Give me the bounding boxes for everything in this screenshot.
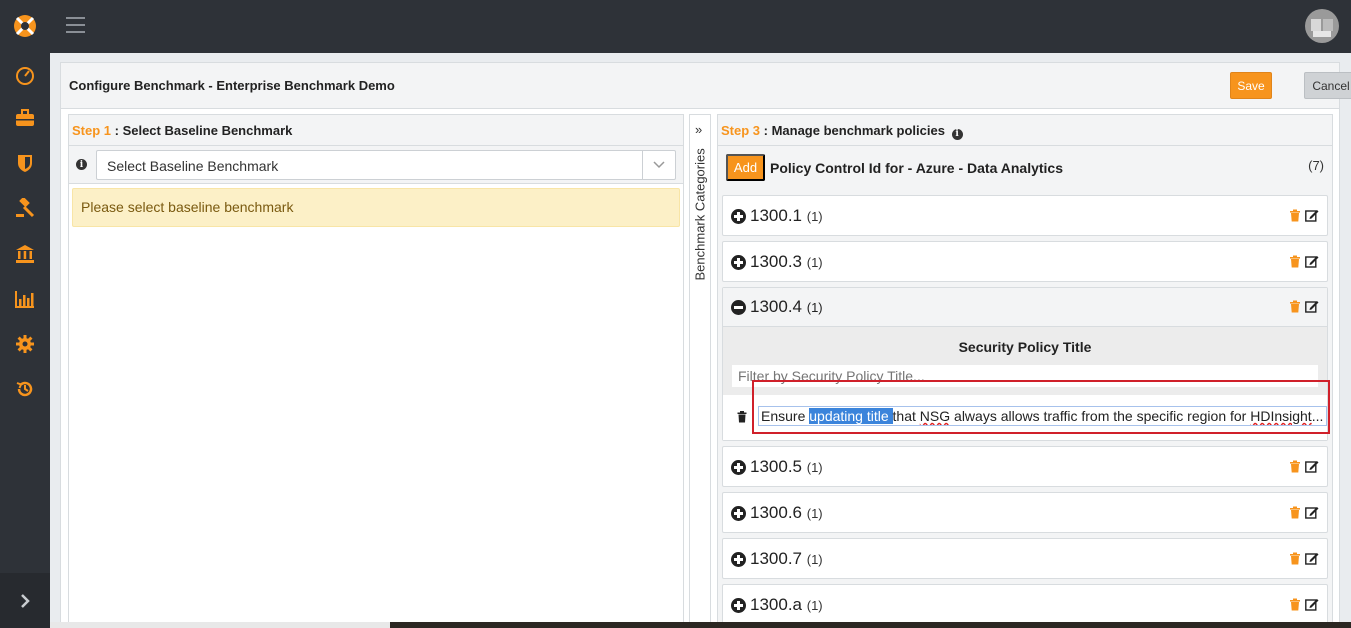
policy-id: 1300.6 (1)	[750, 503, 823, 522]
trash-icon[interactable]	[1289, 209, 1301, 225]
plus-circle-icon[interactable]	[731, 552, 746, 567]
benchmark-categories-toggle[interactable]: » Benchmark Categories	[689, 114, 711, 628]
baseline-select-row: i Select Baseline Benchmark	[69, 146, 683, 184]
trash-icon[interactable]	[1289, 552, 1301, 568]
step1-label: Step 1	[72, 123, 112, 138]
bar-chart-icon[interactable]	[13, 288, 37, 310]
edit-icon[interactable]	[1305, 255, 1319, 271]
cancel-button[interactable]: Cancel	[1304, 72, 1351, 99]
trash-icon[interactable]	[737, 411, 747, 426]
edit-icon[interactable]	[1305, 506, 1319, 522]
policy-header: Add Policy Control Id for - Azure - Data…	[718, 146, 1332, 192]
step1-title: : Select Baseline Benchmark	[111, 123, 293, 138]
policy-id: 1300.7 (1)	[750, 549, 823, 568]
step3-title: : Manage benchmark policies	[760, 123, 945, 138]
policy-item-1300-4-header[interactable]: 1300.4 (1)	[723, 288, 1327, 327]
page-header: Configure Benchmark - Enterprise Benchma…	[61, 63, 1351, 109]
policy-item-1300-7[interactable]: 1300.7 (1)	[722, 538, 1328, 579]
minus-circle-icon[interactable]	[731, 300, 746, 315]
avatar[interactable]	[1305, 9, 1339, 43]
step1-header: Step 1 : Select Baseline Benchmark	[69, 115, 683, 146]
highlight-annotation-box	[752, 380, 1330, 434]
chevron-right-icon	[21, 593, 30, 608]
edit-icon[interactable]	[1305, 300, 1319, 316]
bottom-strip	[50, 622, 1351, 628]
trash-icon[interactable]	[1289, 300, 1301, 316]
double-chevron-right-icon[interactable]: »	[695, 122, 702, 137]
edit-icon[interactable]	[1305, 209, 1319, 225]
edit-icon[interactable]	[1305, 460, 1319, 476]
trash-icon[interactable]	[1289, 255, 1301, 271]
trash-icon[interactable]	[1289, 460, 1301, 476]
sidebar-expand-button[interactable]	[0, 573, 50, 628]
policy-id: 1300.4 (1)	[750, 297, 823, 316]
sidebar	[0, 0, 50, 628]
briefcase-icon[interactable]	[13, 107, 37, 129]
dashboard-gauge-icon[interactable]	[13, 64, 37, 86]
step1-panel: Step 1 : Select Baseline Benchmark i Sel…	[68, 114, 684, 628]
info-icon[interactable]: i	[76, 159, 87, 170]
security-policy-column-title: Security Policy Title	[958, 339, 1092, 355]
chevron-down-icon[interactable]	[642, 151, 675, 179]
save-button[interactable]: Save	[1230, 72, 1272, 99]
policy-item-1300-3[interactable]: 1300.3 (1)	[722, 241, 1328, 282]
policy-item-1300-1[interactable]: 1300.1 (1)	[722, 195, 1328, 236]
policy-id: 1300.a (1)	[750, 595, 823, 614]
gear-icon[interactable]	[13, 333, 37, 355]
policy-count: (7)	[1308, 158, 1324, 173]
baseline-alert: Please select baseline benchmark	[72, 188, 680, 227]
benchmark-categories-label: Benchmark Categories	[692, 148, 708, 281]
hamburger-menu-icon[interactable]	[66, 17, 85, 33]
plus-circle-icon[interactable]	[731, 255, 746, 270]
policy-id: 1300.1 (1)	[750, 206, 823, 225]
trash-icon[interactable]	[1289, 598, 1301, 614]
policy-title: Policy Control Id for - Azure - Data Ana…	[770, 160, 1064, 176]
trash-icon[interactable]	[1289, 506, 1301, 522]
plus-circle-icon[interactable]	[731, 506, 746, 521]
step3-panel: Step 3 : Manage benchmark policies i Add…	[717, 114, 1333, 628]
step3-label: Step 3	[721, 123, 761, 138]
info-circle-icon[interactable]: i	[951, 128, 963, 140]
edit-icon[interactable]	[1305, 552, 1319, 568]
page-title: Configure Benchmark - Enterprise Benchma…	[69, 78, 395, 93]
policy-item-1300-5[interactable]: 1300.5 (1)	[722, 446, 1328, 487]
history-icon[interactable]	[13, 378, 37, 400]
main-content: Configure Benchmark - Enterprise Benchma…	[60, 62, 1351, 628]
step3-header: Step 3 : Manage benchmark policies i	[718, 115, 1332, 146]
add-policy-button[interactable]: Add	[726, 154, 765, 181]
gavel-icon[interactable]	[13, 197, 37, 219]
baseline-benchmark-select[interactable]: Select Baseline Benchmark	[96, 150, 676, 180]
app-logo-icon[interactable]	[10, 12, 40, 38]
bank-icon[interactable]	[13, 243, 37, 265]
edit-icon[interactable]	[1305, 598, 1319, 614]
top-bar	[50, 0, 1351, 53]
policy-item-1300-6[interactable]: 1300.6 (1)	[722, 492, 1328, 533]
plus-circle-icon[interactable]	[731, 598, 746, 613]
policy-id: 1300.5 (1)	[750, 457, 823, 476]
plus-circle-icon[interactable]	[731, 460, 746, 475]
policy-id: 1300.3 (1)	[750, 252, 823, 271]
plus-circle-icon[interactable]	[731, 209, 746, 224]
policy-item-1300-a[interactable]: 1300.a (1)	[722, 584, 1328, 625]
baseline-select-value: Select Baseline Benchmark	[107, 158, 279, 174]
shield-icon[interactable]	[13, 152, 37, 174]
